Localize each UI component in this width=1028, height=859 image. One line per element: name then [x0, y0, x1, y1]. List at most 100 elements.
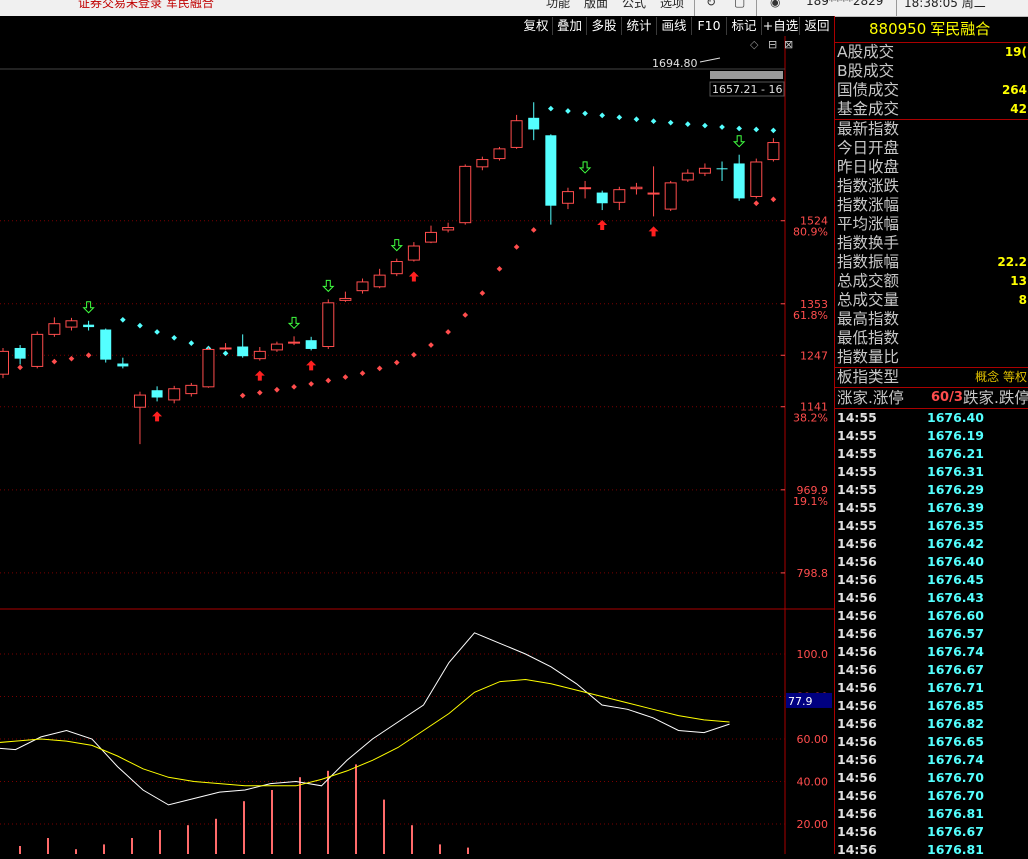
tick-time: 14:56 [837, 590, 877, 605]
tick-time: 14:56 [837, 824, 877, 839]
candle-body [528, 117, 540, 130]
sar-dot [753, 200, 760, 207]
lock-icon[interactable]: ▢ [734, 0, 745, 9]
stat-value: 19( [1004, 45, 1027, 59]
sar-dot [702, 122, 708, 129]
indicator-tick-label: 60.00 [797, 733, 829, 746]
stat-row: 总成交额 13 [835, 272, 1028, 291]
price-axis: 152480.9%135361.8%1247114138.2%969.919.1… [781, 215, 828, 580]
tick-time: 14:56 [837, 680, 877, 695]
back-button[interactable]: 返回 [800, 17, 834, 35]
indicator-tick-label: 40.00 [797, 776, 829, 789]
sar-dot [633, 116, 640, 123]
candle-body [493, 148, 506, 160]
sar-dot [565, 108, 571, 114]
candle-body [579, 187, 592, 190]
multi-stock-button[interactable]: 多股 [587, 17, 622, 35]
tick-row: 14:56 1676.70 [835, 769, 1028, 787]
stat-value: 22.2 [997, 255, 1027, 269]
chart-area[interactable]: 1524 80.9% 1353 61.8% 1247 1141 38.2% 969.9 19.1… [0, 36, 834, 854]
menu-options[interactable]: 选项 [660, 0, 684, 11]
tick-row: 14:56 1676.81 [835, 805, 1028, 823]
add-favorite-button[interactable]: +自选 [762, 17, 800, 35]
sar-dot [736, 125, 742, 132]
tick-price: 1676.60 [927, 608, 984, 623]
tick-list[interactable]: 14:55 1676.40 14:55 1676.19 14:55 1676.21 14:5… [835, 408, 1028, 859]
candle-body [613, 189, 626, 203]
candle-body [117, 363, 129, 367]
f10-button[interactable]: F10 [692, 17, 727, 35]
candle-body [373, 274, 386, 288]
stat-row: 昨日收盘 [835, 158, 1028, 177]
tick-time: 14:56 [837, 662, 877, 677]
settings-icon: ⊟ [768, 38, 777, 51]
down-label: 跌家.跌停 [963, 389, 1028, 407]
tick-row: 14:55 1676.21 [835, 445, 1028, 463]
sar-dot [256, 389, 263, 396]
up-label: 涨家.涨停 [837, 389, 904, 407]
candle-body [219, 347, 232, 350]
sar-dots [0, 105, 777, 399]
chart-overlay: 1694.80 1657.21 - 16 ◇ ⊟ ⊠ [652, 38, 793, 97]
sell-arrow-icon [322, 279, 335, 293]
tick-row: 14:55 1676.40 [835, 409, 1028, 427]
mark-button[interactable]: 标记 [727, 17, 762, 35]
candle-body [0, 350, 9, 375]
overlay-button[interactable]: 叠加 [553, 17, 587, 35]
menu-formula[interactable]: 公式 [622, 0, 646, 11]
stat-label: 最新指数 [837, 120, 900, 138]
tick-time: 14:55 [837, 500, 877, 515]
candle-body [767, 142, 780, 161]
sar-dot [137, 322, 143, 329]
tick-price: 1676.67 [927, 662, 984, 677]
tick-row: 14:56 1676.74 [835, 643, 1028, 661]
user-phone[interactable]: 189****2829 [806, 0, 883, 8]
candle-body [322, 302, 335, 348]
stat-row: 指数涨跌 [835, 177, 1028, 196]
sar-dot [667, 119, 674, 126]
candle-body [31, 333, 44, 367]
tick-row: 14:56 1676.65 [835, 733, 1028, 751]
menu-function[interactable]: 功能 [546, 0, 570, 11]
candle-body [151, 390, 163, 398]
restore-rights-button[interactable]: 复权 [520, 17, 553, 35]
stat-label: 指数量比 [837, 348, 900, 366]
menu-divider [756, 0, 757, 16]
statistics-button[interactable]: 统计 [622, 17, 657, 35]
tick-row: 14:56 1676.85 [835, 697, 1028, 715]
stock-header: 880950 军民融合 [835, 16, 1028, 43]
stat-row: 国债成交 264 [835, 81, 1028, 100]
stat-label: 今日开盘 [837, 139, 900, 157]
sar-dot [582, 110, 588, 117]
clock: 18:38:05 周二 [904, 0, 986, 10]
tick-time: 14:56 [837, 536, 877, 551]
tick-row: 14:56 1676.74 [835, 751, 1028, 769]
candle-body [168, 388, 181, 401]
menu-layout[interactable]: 版面 [584, 0, 608, 11]
tick-row: 14:55 1676.31 [835, 463, 1028, 481]
stat-label: 总成交量 [837, 291, 900, 309]
candle-body [390, 261, 403, 275]
tick-price: 1676.19 [927, 428, 984, 443]
tick-price: 1676.40 [927, 410, 984, 425]
candle-body [202, 348, 215, 388]
sar-dot [770, 127, 777, 134]
user-icon[interactable]: ◉ [770, 0, 780, 9]
diamond-icon: ◇ [750, 38, 759, 51]
sar-dot [120, 316, 126, 323]
candle-body [100, 329, 112, 360]
candle-body [733, 163, 745, 199]
tick-price: 1676.82 [927, 716, 984, 731]
candle-body [647, 192, 660, 195]
signal-arrows [82, 135, 746, 422]
login-status: 证券交易未登录 军民融合 [78, 0, 214, 10]
top-status-bar: 证券交易未登录 军民融合 功能 版面 公式 选项 ↻ ▢ ◉ 189****28… [0, 0, 1028, 17]
tick-row: 14:55 1676.19 [835, 427, 1028, 445]
draw-line-button[interactable]: 画线 [657, 17, 692, 35]
stat-row: A股成交 19( [835, 43, 1028, 62]
sar-dot [291, 383, 297, 390]
tick-time: 14:56 [837, 698, 877, 713]
chart-canvas[interactable]: 152480.9%135361.8%1247114138.2%969.919.1… [0, 36, 834, 854]
refresh-icon[interactable]: ↻ [706, 0, 716, 9]
tick-row: 14:56 1676.60 [835, 607, 1028, 625]
